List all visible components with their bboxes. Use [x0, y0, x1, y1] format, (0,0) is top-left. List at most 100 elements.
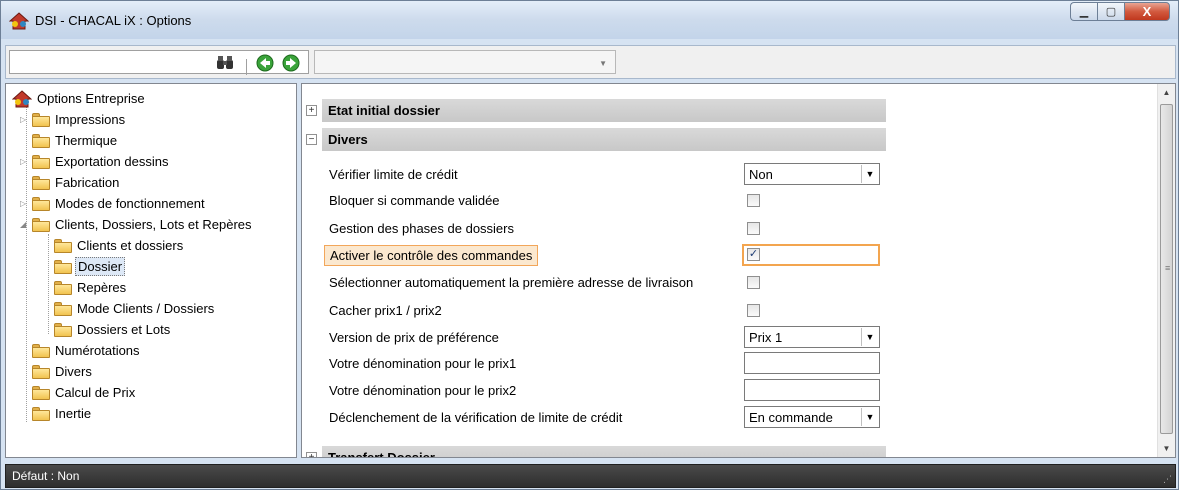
group-transfert-dossier[interactable]: Transfert Dossier — [322, 446, 886, 457]
close-button[interactable]: X — [1124, 2, 1170, 21]
folder-open-icon — [32, 217, 50, 232]
denomination-prix1-input[interactable] — [744, 352, 880, 374]
tree-root[interactable]: Options Entreprise — [12, 88, 147, 109]
tree-root-label: Options Entreprise — [37, 91, 145, 106]
expand-icon[interactable]: ▷ — [20, 157, 32, 166]
expand-group-icon[interactable]: + — [306, 452, 317, 457]
group-etat-initial-dossier[interactable]: Etat initial dossier — [322, 99, 886, 122]
select-value: Prix 1 — [749, 330, 783, 345]
chevron-down-icon[interactable]: ▼ — [861, 408, 878, 426]
status-text: Défaut : Non — [12, 469, 80, 483]
declenchement-verification-select[interactable]: En commande ▼ — [744, 406, 880, 428]
minimize-icon: ▁ — [1079, 6, 1089, 18]
gestion-phases-dossiers-checkbox[interactable] — [747, 222, 760, 235]
chevron-down-icon: ▼ — [599, 59, 607, 68]
tree-item-label: Exportation dessins — [55, 154, 169, 169]
tree-item-dossiers-et-lots[interactable]: Dossiers et Lots — [54, 319, 172, 340]
select-value: En commande — [749, 410, 833, 425]
binoculars-icon[interactable] — [215, 53, 235, 73]
collapse-group-icon[interactable]: − — [306, 134, 317, 145]
property-label: Cacher prix1 / prix2 — [329, 303, 442, 318]
tree-item-modes-de-fonctionnement[interactable]: ▷ Modes de fonctionnement — [20, 193, 207, 214]
options-window: DSI - CHACAL iX : Options ▁ ▢ X ▼ Option… — [0, 0, 1179, 490]
resize-grip-icon[interactable]: ⋰ — [1163, 474, 1172, 485]
expand-icon[interactable]: ▷ — [20, 115, 32, 124]
tree-item-label: Dossier — [75, 257, 126, 276]
search-input[interactable] — [9, 50, 309, 75]
options-tree: Options Entreprise ▷ Impressions Thermiq… — [5, 83, 297, 458]
tree-item-label: Repères — [77, 280, 127, 295]
property-label: Votre dénomination pour le prix2 — [329, 383, 517, 398]
status-bar: Défaut : Non ⋰ — [5, 464, 1176, 488]
folder-icon — [54, 301, 72, 316]
tree-item-dossier[interactable]: Dossier — [54, 256, 126, 277]
title-bar[interactable]: DSI - CHACAL iX : Options ▁ ▢ X — [1, 1, 1178, 39]
select-value: Non — [749, 167, 773, 182]
folder-icon — [32, 406, 50, 421]
tree-item-divers[interactable]: Divers — [32, 361, 94, 382]
tree-item-clients-et-dossiers[interactable]: Clients et dossiers — [54, 235, 185, 256]
property-label: Bloquer si commande validée — [329, 193, 500, 208]
tree-item-label: Divers — [55, 364, 92, 379]
toolbar-combo[interactable]: ▼ — [314, 50, 616, 74]
tree-item-impressions[interactable]: ▷ Impressions — [20, 109, 127, 130]
bloquer-commande-validee-checkbox[interactable] — [747, 194, 760, 207]
chevron-down-icon[interactable]: ▼ — [861, 328, 878, 346]
tree-item-label: Clients, Dossiers, Lots et Repères — [55, 217, 252, 232]
tree-item-label: Modes de fonctionnement — [55, 196, 205, 211]
expand-icon[interactable]: ▷ — [20, 199, 32, 208]
activer-controle-commandes-checkbox[interactable]: ✓ — [747, 248, 760, 261]
tree-item-thermique[interactable]: Thermique — [32, 130, 119, 151]
tree-item-clients-dossiers-lots-reperes[interactable]: ◢ Clients, Dossiers, Lots et Repères — [20, 214, 254, 235]
folder-icon — [32, 343, 50, 358]
tree-item-exportation-dessins[interactable]: ▷ Exportation dessins — [20, 151, 170, 172]
selection-auto-adresse-checkbox[interactable] — [747, 276, 760, 289]
tree-item-label: Impressions — [55, 112, 126, 127]
tree-item-label: Inertie — [55, 406, 92, 421]
folder-icon — [32, 196, 50, 211]
group-divers[interactable]: Divers — [322, 128, 886, 151]
version-prix-select[interactable]: Prix 1 ▼ — [744, 326, 880, 348]
tree-item-mode-clients-dossiers[interactable]: Mode Clients / Dossiers — [54, 298, 216, 319]
back-arrow-icon[interactable] — [255, 53, 275, 73]
maximize-button[interactable]: ▢ — [1097, 2, 1124, 21]
property-label: Votre dénomination pour le prix1 — [329, 356, 517, 371]
minimize-button[interactable]: ▁ — [1070, 2, 1097, 21]
property-label: Version de prix de préférence — [329, 330, 499, 345]
forward-arrow-icon[interactable] — [281, 53, 301, 73]
chevron-down-icon[interactable]: ▼ — [861, 165, 878, 183]
scrollbar-thumb[interactable]: ≡ — [1160, 104, 1173, 434]
scroll-up-icon[interactable]: ▲ — [1158, 84, 1175, 101]
property-label-highlighted: Activer le contrôle des commandes — [324, 245, 539, 266]
vertical-scrollbar[interactable]: ▲ ≡ ▼ — [1157, 84, 1175, 457]
property-label: Vérifier limite de crédit — [329, 167, 458, 182]
folder-icon — [32, 154, 50, 169]
collapse-icon[interactable]: ◢ — [20, 220, 32, 229]
window-title: DSI - CHACAL iX : Options — [35, 13, 192, 28]
folder-icon — [54, 280, 72, 295]
tree-item-label: Dossiers et Lots — [77, 322, 171, 337]
property-grid: + Etat initial dossier − Divers Vérifier… — [301, 83, 1176, 458]
tree-item-fabrication[interactable]: Fabrication — [32, 172, 121, 193]
verifier-limite-credit-select[interactable]: Non ▼ — [744, 163, 880, 185]
folder-icon — [32, 112, 50, 127]
expand-group-icon[interactable]: + — [306, 105, 317, 116]
tree-item-label: Clients et dossiers — [77, 238, 184, 253]
tree-item-reperes[interactable]: Repères — [54, 277, 128, 298]
toolbar-separator — [246, 59, 247, 75]
close-icon: X — [1142, 4, 1152, 19]
tree-connector — [48, 234, 49, 334]
app-logo-icon — [9, 12, 29, 30]
cacher-prix-checkbox[interactable] — [747, 304, 760, 317]
window-controls: ▁ ▢ X — [1070, 2, 1170, 23]
tree-item-inertie[interactable]: Inertie — [32, 403, 93, 424]
tree-item-label: Mode Clients / Dossiers — [77, 301, 215, 316]
app-logo-icon — [12, 89, 32, 107]
denomination-prix2-input[interactable] — [744, 379, 880, 401]
scroll-down-icon[interactable]: ▼ — [1158, 440, 1175, 457]
tree-item-label: Calcul de Prix — [55, 385, 136, 400]
tree-item-numerotations[interactable]: Numérotations — [32, 340, 142, 361]
tree-item-calcul-de-prix[interactable]: Calcul de Prix — [32, 382, 137, 403]
check-icon: ✓ — [748, 248, 759, 260]
folder-icon — [32, 175, 50, 190]
